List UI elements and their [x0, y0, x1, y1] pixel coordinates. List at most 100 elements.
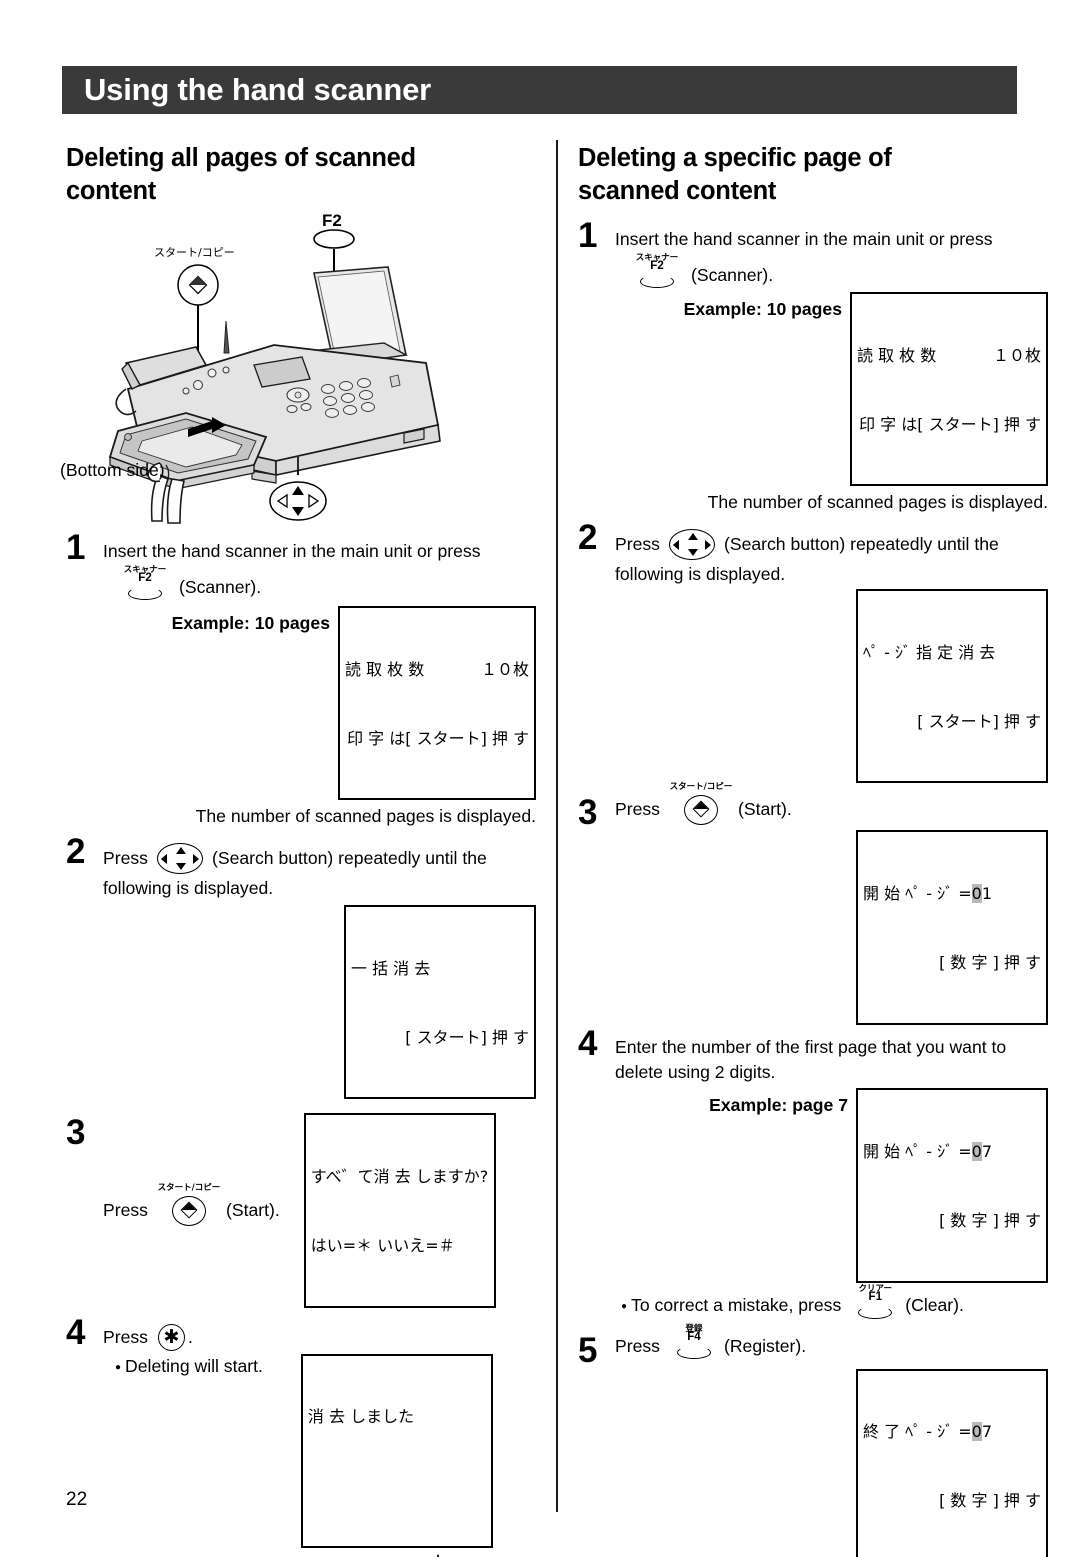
lcd-display: 読 取 枚 数 １０枚 印 字 は[ スタート] 押 す	[338, 606, 536, 801]
lcd-line1-suffix: 1	[981, 883, 992, 903]
lcd-display: 開 始 ﾍﾟ - ｼﾞ =01 [ 数 字 ] 押 す	[856, 830, 1048, 1025]
arrow-down-icon	[175, 863, 186, 871]
fax-illustration-svg	[108, 229, 441, 525]
button-cap-label: スタート/コピー	[669, 782, 733, 793]
lcd-display: すべ゛て消 去 しますか? はい=＊ いいえ=＃	[303, 1113, 496, 1308]
step-text-before: Press	[103, 1326, 148, 1347]
search-nav-button-icon[interactable]	[668, 529, 715, 561]
right-step-1: 1 Insert the hand scanner in the main un…	[578, 218, 1048, 515]
right-column: Deleting a specific page of scanned cont…	[578, 142, 1048, 1557]
step-number: 2	[578, 518, 598, 558]
illustration-start-copy-label: スタート/コピー	[154, 246, 235, 260]
page-title: Using the hand scanner	[84, 72, 431, 107]
page-header-banner: Using the hand scanner	[62, 66, 1017, 114]
section-title-delete-specific: Deleting a specific page of scanned cont…	[578, 144, 892, 205]
lcd-line1-suffix: 7	[981, 1421, 992, 1441]
example-label: Example: 10 pages	[683, 299, 842, 320]
step-number: 1	[578, 216, 598, 256]
illustration-bottom-side-label: (Bottom side)	[60, 460, 165, 481]
step-text-before: Press	[103, 848, 148, 869]
lcd-line1-left: 読 取 枚 数	[857, 345, 937, 365]
step-note: The number of scanned pages is displayed…	[195, 806, 536, 827]
lcd-display: 開 始 ﾍﾟ - ｼﾞ =07 [ 数 字 ] 押 す	[856, 1088, 1048, 1283]
step-note: The number of scanned pages is displayed…	[707, 492, 1048, 513]
left-step-1: 1 Insert the hand scanner in the main un…	[66, 530, 536, 829]
button-oval-shape	[676, 1345, 711, 1359]
button-name-label: (Scanner).	[179, 577, 262, 598]
lcd-display: 読 取 枚 数 １０枚 印 字 は[ スタート] 押 す	[850, 292, 1048, 487]
step-bullet-after: (Clear).	[905, 1295, 964, 1316]
lcd-display: ﾍﾟ - ｼﾞ 指 定 消 去 [ スタート] 押 す	[856, 589, 1048, 784]
step-text: Enter the number of the first page that …	[615, 1036, 1007, 1057]
lcd-line-1: 開 始 ﾍﾟ - ｼﾞ =01	[863, 882, 1041, 905]
f2-scanner-button-icon[interactable]: スキャナー F2	[636, 253, 678, 289]
step-text-before: Press	[615, 534, 660, 555]
step-text-after: (Start).	[225, 1199, 280, 1220]
step-text-after: .	[187, 1326, 193, 1347]
left-column: Deleting all pages of scanned content F2…	[60, 142, 536, 1557]
arrow-right-icon	[192, 854, 199, 865]
lcd-line-1: 一 括 消 去	[351, 958, 431, 978]
asterisk-button-icon[interactable]: ✱	[157, 1323, 185, 1351]
arrow-down-icon	[687, 549, 698, 557]
arrow-left-icon	[160, 854, 168, 865]
lcd-line1-prefix: 開 始 ﾍﾟ - ｼﾞ =	[863, 883, 972, 903]
section-title-delete-all: Deleting all pages of scanned content	[66, 144, 416, 205]
lcd-line-1: 読 取 枚 数 １０枚	[345, 658, 529, 681]
fax-machine-illustration: F2 スタート/コピー (Bottom side)	[60, 211, 536, 535]
lcd-line-2: [ 数 字 ] 押 す	[939, 1211, 1041, 1231]
step-number: 3	[578, 793, 598, 833]
step-number: 5	[578, 1330, 598, 1370]
lcd-line1-right: １０枚	[992, 345, 1041, 365]
step-number: 1	[66, 528, 86, 568]
arrow-up-icon	[175, 847, 186, 855]
step-text: Insert the hand scanner in the main unit…	[103, 541, 481, 562]
lcd-display: 一 括 消 去 [ スタート] 押 す	[344, 905, 536, 1100]
function-key-label: F4	[687, 1330, 701, 1343]
lcd-cursor-digit: 0	[971, 1141, 982, 1161]
lcd-line1-prefix: 終 了 ﾍﾟ - ｼﾞ =	[863, 1421, 972, 1441]
step-number: 2	[66, 832, 86, 872]
lcd-line1-right: １０枚	[480, 659, 529, 679]
lcd-line-1: 読 取 枚 数 １０枚	[857, 344, 1041, 367]
lcd-line-2: はい=＊ いいえ=＃	[310, 1236, 455, 1256]
start-copy-button-icon[interactable]: スタート/コピー	[670, 782, 732, 826]
f2-scanner-button-icon[interactable]: スキャナー F2	[124, 565, 166, 601]
left-step-3: 3 Press スタート/コピー (Start). すべ゛て消 去 しますか? …	[66, 1113, 536, 1308]
step-text-before: Press	[615, 798, 660, 819]
button-oval-shape	[858, 1305, 893, 1319]
f4-register-button-icon[interactable]: 登録 F4	[674, 1324, 714, 1359]
lcd-line-2: [ 数 字 ] 押 す	[939, 953, 1041, 973]
step-text-cont: delete using 2 digits.	[615, 1061, 776, 1082]
step-text-cont: following is displayed.	[103, 878, 274, 899]
lcd-line-1: ﾍﾟ - ｼﾞ 指 定 消 去	[863, 642, 996, 662]
page-number: 22	[66, 1489, 88, 1510]
right-step-3: 3 Press スタート/コピー (Start). 開 始 ﾍﾟ - ｼﾞ =0…	[578, 782, 1048, 1025]
document-page: Using the hand scanner Deleting all page…	[0, 0, 1080, 1557]
step-text-before: Press	[615, 1335, 660, 1356]
function-key-label: F2	[650, 260, 664, 273]
asterisk-glyph: ✱	[163, 1325, 180, 1348]
lcd-line-1: 開 始 ﾍﾟ - ｼﾞ =07	[863, 1140, 1041, 1163]
lcd-line-1: 消 去 しました	[307, 1406, 415, 1426]
lcd-line-2	[308, 1474, 486, 1497]
lcd-line1-prefix: 開 始 ﾍﾟ - ｼﾞ =	[863, 1141, 972, 1161]
step-text-after: (Search button) repeatedly until the	[211, 848, 487, 869]
lcd-line-2: [ スタート] 押 す	[917, 712, 1041, 732]
lcd-line1-left: 読 取 枚 数	[345, 659, 425, 679]
f1-clear-button-icon[interactable]: クリアー F1	[855, 1284, 895, 1319]
left-step-2: 2 Press (Search button) repeatedly until…	[66, 834, 536, 1100]
step-text-after: (Search button) repeatedly until the	[723, 534, 999, 555]
illustration-f2-label: F2	[322, 211, 342, 231]
right-step-2: 2 Press (Search button) repeatedly until…	[578, 520, 1048, 784]
lcd-line-2: 印 字 は[ スタート] 押 す	[859, 414, 1041, 434]
lcd-line-2: 印 字 は[ スタート] 押 す	[347, 728, 529, 748]
step-number: 4	[66, 1312, 86, 1352]
function-key-label: F1	[868, 1290, 882, 1303]
button-name-label: (Scanner).	[691, 265, 774, 286]
start-copy-button-icon[interactable]: スタート/コピー	[158, 1183, 220, 1227]
step-number: 3	[66, 1113, 86, 1153]
button-cap-label: スタート/コピー	[157, 1183, 221, 1194]
lcd-cursor-digit: 0	[971, 1421, 982, 1441]
search-nav-button-icon[interactable]	[156, 843, 203, 875]
